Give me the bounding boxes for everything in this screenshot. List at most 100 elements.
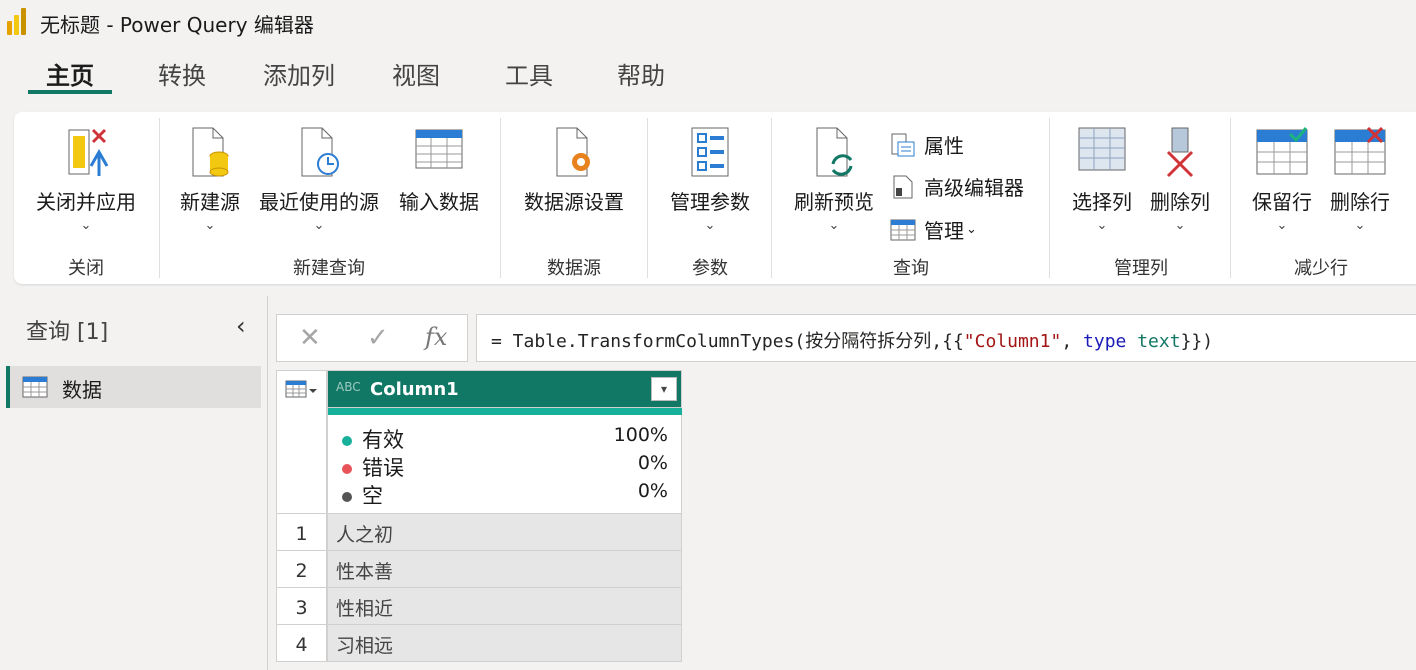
manage-parameters-label: 管理参数 — [670, 190, 750, 214]
tab-help[interactable]: 帮助 — [617, 56, 665, 91]
remove-rows-icon — [1334, 126, 1386, 175]
tab-add-column[interactable]: 添加列 — [263, 56, 335, 91]
row-number[interactable]: 3 — [276, 588, 327, 625]
group-divider — [1049, 118, 1050, 278]
refresh-icon — [816, 127, 853, 177]
group-divider — [647, 118, 648, 278]
properties-button[interactable]: 属性 — [890, 130, 964, 159]
chevron-down-icon: ⌄ — [966, 222, 977, 237]
tab-transform[interactable]: 转换 — [158, 56, 206, 91]
query-item[interactable]: 数据 — [6, 366, 261, 408]
table-cell[interactable]: 习相远 — [327, 625, 682, 662]
parameters-icon — [691, 127, 729, 177]
column-name: Column1 — [370, 379, 459, 400]
row-number[interactable]: 2 — [276, 551, 327, 588]
empty-dot-icon — [342, 492, 352, 502]
advanced-editor-label: 高级编辑器 — [924, 176, 1024, 200]
properties-icon — [891, 133, 915, 156]
keep-rows-icon — [1256, 127, 1308, 175]
power-bi-logo-icon — [7, 8, 26, 35]
advanced-editor-button[interactable]: 高级编辑器 — [890, 172, 1024, 201]
cancel-icon[interactable]: ✕ — [299, 323, 321, 353]
manage-label: 管理 — [924, 219, 964, 243]
formula-input[interactable]: = Table.TransformColumnTypes(按分隔符拆分列,{{"… — [476, 314, 1416, 362]
formula-type: text — [1137, 331, 1181, 352]
group-divider — [771, 118, 772, 278]
formula-keyword: type — [1083, 331, 1127, 352]
close-apply-button[interactable]: 关闭并应用 ⌄ — [30, 112, 142, 246]
row-number[interactable]: 1 — [276, 514, 327, 551]
text-type-icon[interactable]: ABC — [336, 380, 361, 394]
collapse-pane-icon[interactable]: ‹ — [236, 312, 246, 340]
queries-pane: 查询 [1] ‹ 数据 — [0, 296, 268, 670]
formula-comma: , — [1061, 331, 1084, 352]
query-item-label: 数据 — [62, 378, 102, 402]
datasource-settings-icon — [556, 127, 590, 177]
quality-pct: 100% — [613, 424, 668, 446]
table-icon — [22, 376, 48, 398]
table-cell[interactable]: 人之初 — [327, 514, 682, 551]
remove-columns-icon — [1166, 127, 1194, 178]
quality-empty: 空 0% — [342, 480, 668, 510]
remove-columns-button[interactable]: 删除列 ⌄ — [1144, 112, 1216, 246]
group-label-reduce-rows: 减少行 — [1294, 258, 1348, 279]
datasource-settings-button[interactable]: 数据源设置 — [514, 112, 634, 246]
ribbon-tabs: 主页 转换 添加列 视图 工具 帮助 — [0, 48, 1416, 100]
quality-pct: 0% — [637, 480, 668, 502]
chevron-down-icon: ⌄ — [828, 218, 840, 233]
tab-view[interactable]: 视图 — [392, 56, 440, 91]
formula-string: "Column1" — [963, 331, 1062, 352]
group-label-new-query: 新建查询 — [293, 258, 365, 279]
chevron-down-icon: ⌄ — [313, 218, 325, 233]
quality-error: 错误 0% — [342, 452, 668, 482]
choose-columns-icon — [1078, 127, 1126, 171]
table-cell[interactable]: 性相近 — [327, 588, 682, 625]
remove-rows-label: 删除行 — [1330, 190, 1390, 214]
confirm-icon[interactable]: ✓ — [367, 323, 389, 353]
recent-sources-icon — [301, 127, 339, 177]
ribbon: 关闭并应用 ⌄ 关闭 新建源 ⌄ 最近使用的源 ⌄ 输入数据 新建查询 数据源设… — [14, 112, 1416, 284]
active-tab-indicator — [28, 90, 112, 94]
quality-bar — [328, 408, 682, 415]
advanced-editor-icon — [893, 175, 913, 198]
group-divider — [159, 118, 160, 278]
chevron-down-icon: ⌄ — [1096, 218, 1108, 233]
keep-rows-button[interactable]: 保留行 ⌄ — [1246, 112, 1318, 246]
recent-sources-button[interactable]: 最近使用的源 ⌄ — [254, 112, 384, 246]
tab-home[interactable]: 主页 — [46, 56, 94, 91]
refresh-preview-label: 刷新预览 — [794, 190, 874, 214]
quality-label: 空 — [362, 484, 383, 508]
close-apply-icon — [68, 128, 109, 176]
keep-rows-label: 保留行 — [1252, 190, 1312, 214]
remove-rows-button[interactable]: 删除行 ⌄ — [1324, 112, 1396, 246]
group-label-datasource: 数据源 — [547, 258, 601, 279]
chevron-down-icon: ⌄ — [204, 218, 216, 233]
column-header[interactable]: ABC Column1 ▾ — [327, 370, 682, 408]
new-source-button[interactable]: 新建源 ⌄ — [174, 112, 246, 246]
table-cell[interactable]: 性本善 — [327, 551, 682, 588]
choose-columns-label: 选择列 — [1072, 190, 1132, 214]
new-source-icon — [192, 127, 229, 177]
chevron-down-icon: ⌄ — [1354, 218, 1366, 233]
enter-data-button[interactable]: 输入数据 — [394, 112, 484, 246]
error-dot-icon — [342, 464, 352, 474]
fx-icon[interactable]: fx — [425, 323, 447, 351]
table-menu-icon — [285, 380, 317, 398]
formula-bar-buttons: ✕ ✓ fx — [276, 314, 468, 362]
tab-tools[interactable]: 工具 — [505, 56, 553, 91]
datasource-settings-label: 数据源设置 — [524, 190, 624, 214]
chevron-down-icon: ⌄ — [1174, 218, 1186, 233]
row-number[interactable]: 4 — [276, 625, 327, 662]
column-filter-dropdown[interactable]: ▾ — [651, 377, 677, 401]
manage-button[interactable]: 管理 ⌄ — [890, 215, 977, 244]
refresh-preview-button[interactable]: 刷新预览 ⌄ — [788, 112, 880, 246]
quality-valid: 有效 100% — [342, 424, 668, 454]
choose-columns-button[interactable]: 选择列 ⌄ — [1066, 112, 1138, 246]
remove-columns-label: 删除列 — [1150, 190, 1210, 214]
new-source-label: 新建源 — [180, 190, 240, 214]
quality-label: 错误 — [362, 456, 404, 480]
group-divider — [500, 118, 501, 278]
chevron-down-icon: ⌄ — [80, 218, 92, 233]
manage-parameters-button[interactable]: 管理参数 ⌄ — [664, 112, 756, 246]
table-corner-menu[interactable] — [276, 370, 327, 514]
